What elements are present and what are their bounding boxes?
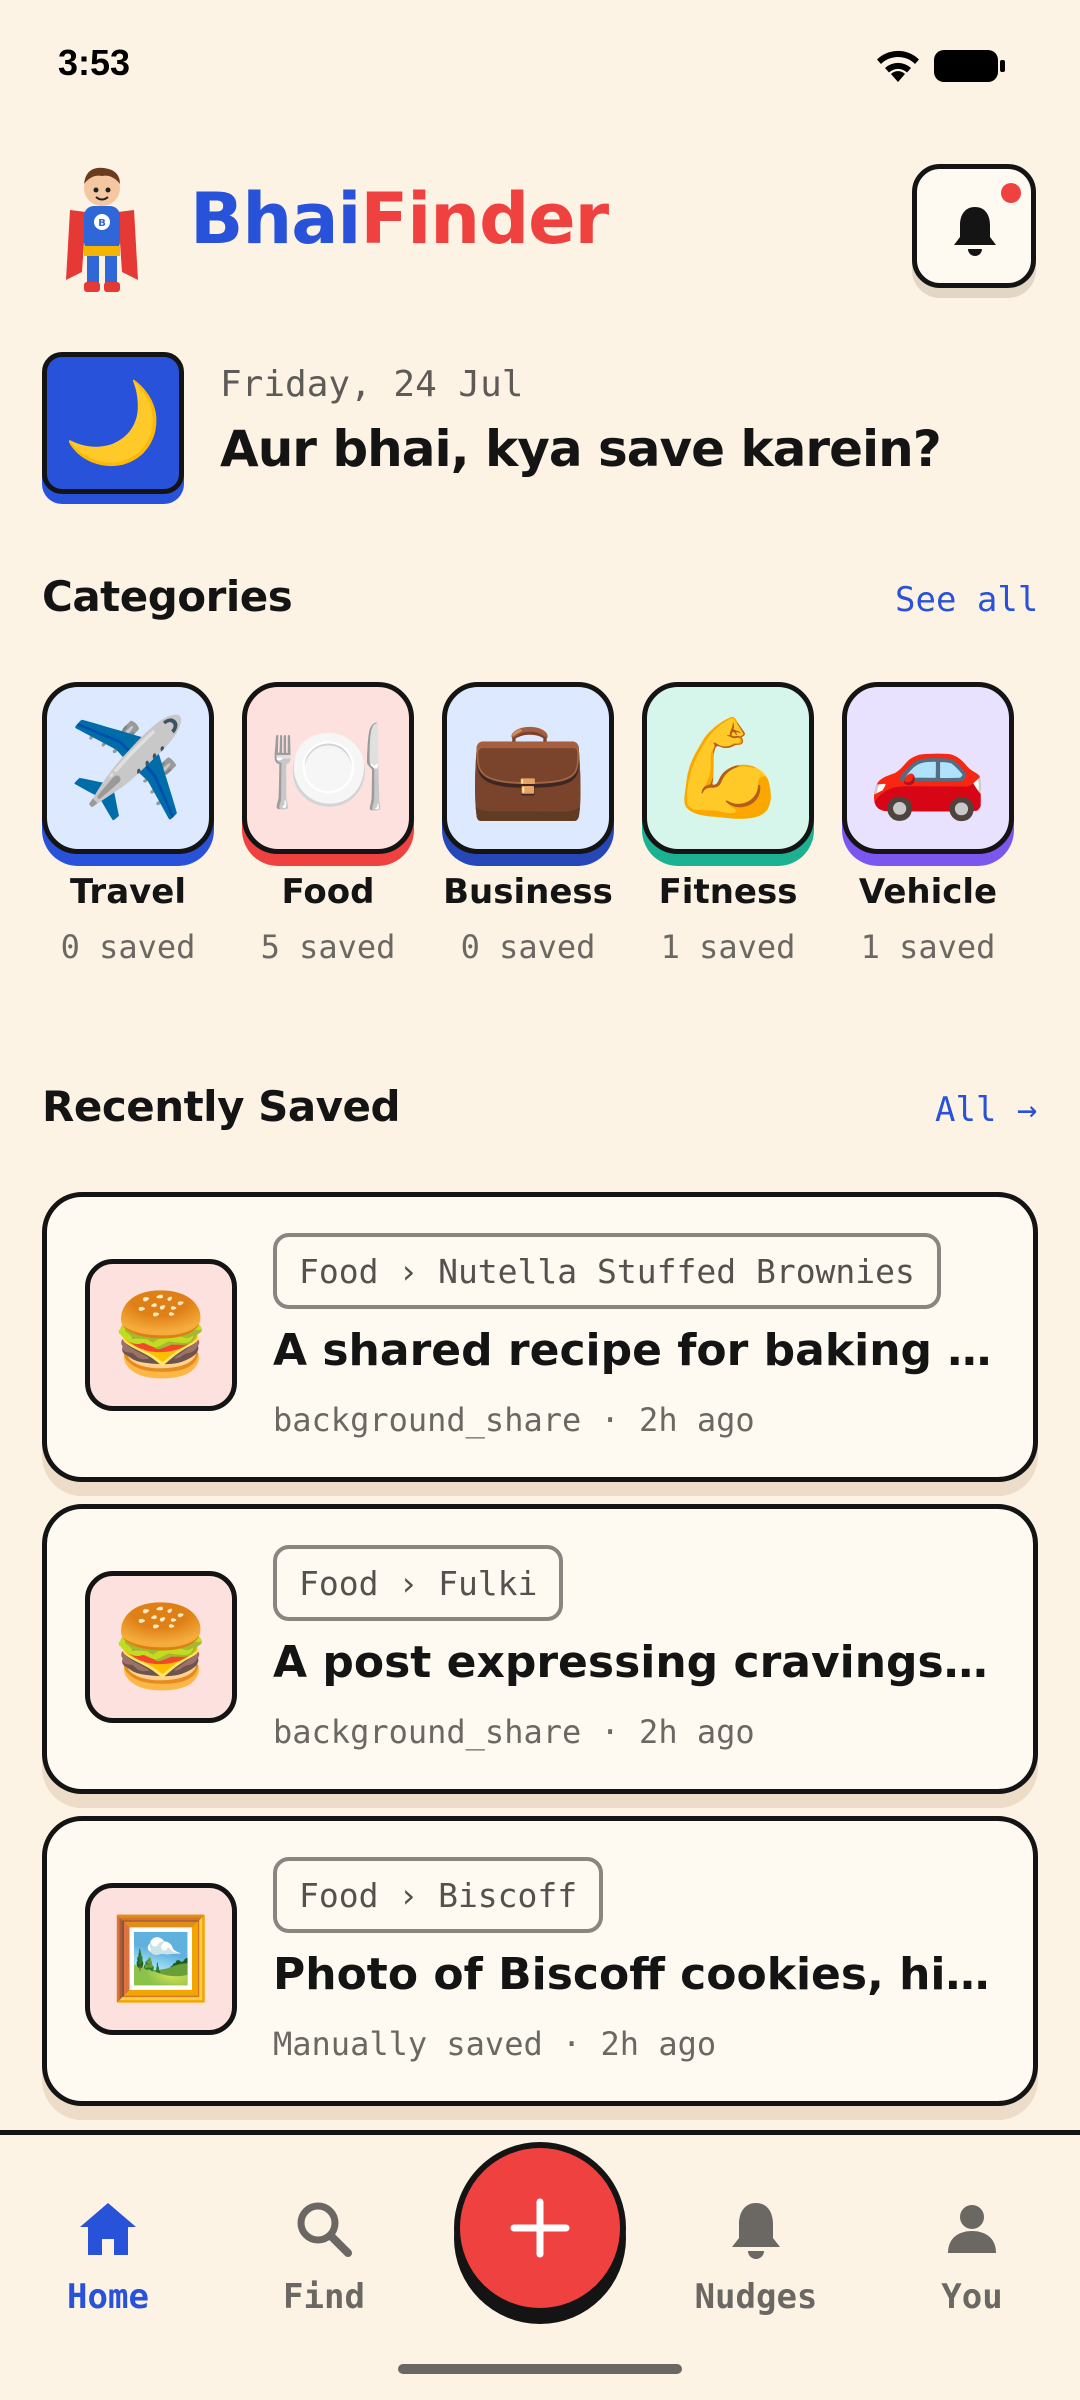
category-count: 1 saved [860,928,996,966]
app-title: BhaiFinder [190,178,609,260]
categories-heading: Categories [42,572,293,621]
brand-part-bhai: Bhai [190,178,361,260]
plate-icon: 🍽️ [242,682,414,854]
home-icon [80,2203,136,2255]
brand-part-finder: Finder [360,178,609,260]
saved-item-title: A shared recipe for baking Nutella Stuff… [273,1325,993,1376]
nav-label: Find [283,2277,365,2317]
nav-nudges[interactable]: Nudges [676,2175,836,2325]
category-label: Vehicle [858,872,998,912]
flexed-bicep-icon: 💪 [642,682,814,854]
user-icon [948,2205,996,2253]
status-time: 3:53 [58,42,131,83]
notification-dot [1001,183,1021,203]
moon-icon: 🌙 [42,352,184,494]
wifi-icon [877,50,919,82]
saved-item-title: Photo of Biscoff cookies, highlighted [273,1949,993,2000]
greeting-section: 🌙 Friday, 24 Jul Aur bhai, kya save kare… [0,352,1080,512]
category-count: 5 saved [260,928,396,966]
saved-item-meta: background_share · 2h ago [273,1713,755,1751]
category-breadcrumb: Food › Nutella Stuffed Brownies [273,1233,941,1309]
greeting-date: Friday, 24 Jul [220,364,524,405]
battery-icon [934,50,1005,82]
category-count: 0 saved [60,928,196,966]
saved-item-card[interactable]: 🍔 Food › Nutella Stuffed Brownies A shar… [42,1192,1038,1482]
category-label: Food [281,872,375,912]
nav-label: You [941,2277,1003,2317]
category-food[interactable]: 🍽️ Food 5 saved [242,682,414,972]
home-indicator [398,2364,682,2374]
category-count: 1 saved [660,928,796,966]
category-label: Business [443,872,613,912]
category-fitness[interactable]: 💪 Fitness 1 saved [642,682,814,972]
burger-icon: 🍔 [85,1571,237,1723]
add-button[interactable] [454,2142,626,2314]
bell-icon [732,2203,780,2259]
nav-label: Home [67,2277,149,2317]
saved-item-meta: background_share · 2h ago [273,1401,755,1439]
see-all-categories-link[interactable]: See all [895,580,1038,620]
category-count: 0 saved [460,928,596,966]
svg-text:B: B [98,218,106,229]
burger-icon: 🍔 [85,1259,237,1411]
recently-saved-heading: Recently Saved [42,1082,401,1131]
framed-picture-icon: 🖼️ [85,1883,237,2035]
saved-item-meta: Manually saved · 2h ago [273,2025,717,2063]
nav-home[interactable]: Home [28,2175,188,2325]
nav-find[interactable]: Find [244,2175,404,2325]
app-header: B BhaiFinder [0,150,1080,300]
nav-label: Nudges [694,2277,818,2317]
category-vehicle[interactable]: 🚗 Vehicle 1 saved [842,682,1014,972]
briefcase-icon: 💼 [442,682,614,854]
categories-row: ✈️ Travel 0 saved 🍽️ Food 5 saved 💼 Busi… [42,682,1072,972]
plus-icon [510,2198,570,2258]
status-bar: 3:53 [0,0,1080,130]
category-label: Fitness [658,872,798,912]
greeting-title: Aur bhai, kya save karein? [220,420,942,478]
category-label: Travel [69,872,187,912]
car-icon: 🚗 [842,682,1014,854]
all-saved-link[interactable]: All → [935,1090,1037,1130]
saved-item-card[interactable]: 🍔 Food › Fulki A post expressing craving… [42,1504,1038,1794]
bell-icon [954,207,996,256]
search-icon [297,2202,352,2257]
saved-item-title: A post expressing cravings for Fulki [273,1637,993,1688]
category-breadcrumb: Food › Fulki [273,1545,564,1621]
mascot-logo: B [66,167,138,292]
category-breadcrumb: Food › Biscoff [273,1857,604,1933]
category-travel[interactable]: ✈️ Travel 0 saved [42,682,214,972]
category-business[interactable]: 💼 Business 0 saved [442,682,614,972]
nav-you[interactable]: You [892,2175,1052,2325]
saved-item-card[interactable]: 🖼️ Food › Biscoff Photo of Biscoff cooki… [42,1816,1038,2106]
notifications-button[interactable] [912,164,1036,288]
travel-icon: ✈️ [42,682,214,854]
bottom-nav: Home Find Nudges You [0,2130,1080,2400]
